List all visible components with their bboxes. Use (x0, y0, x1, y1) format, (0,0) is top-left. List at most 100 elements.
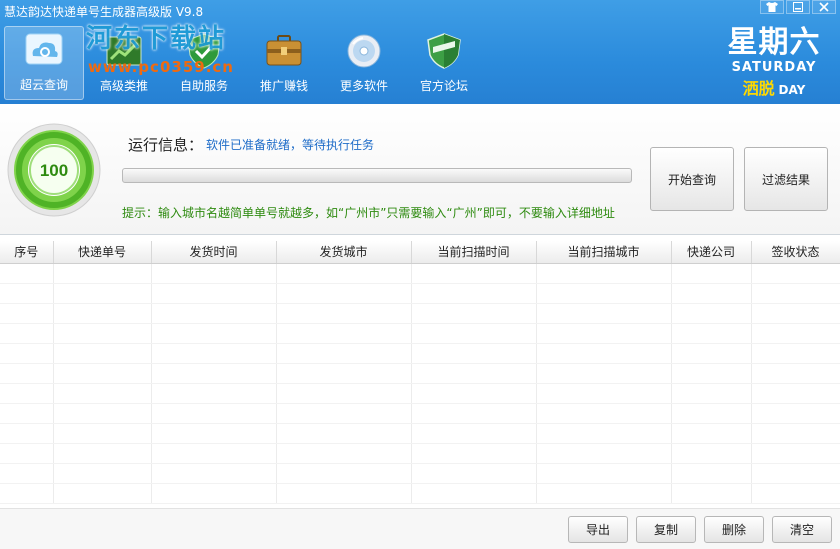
table-cell (0, 443, 54, 464)
tool-promote-earn[interactable]: 推广赚钱 (244, 26, 324, 100)
table-cell (751, 483, 840, 504)
table-cell (671, 443, 752, 464)
tool-more-software[interactable]: 更多软件 (324, 26, 404, 100)
table-row[interactable] (0, 463, 840, 484)
table-row[interactable] (0, 303, 840, 324)
table-cell (0, 403, 54, 424)
table-cell (751, 403, 840, 424)
column-header-index[interactable]: 序号 (0, 241, 54, 264)
clear-button[interactable]: 清空 (772, 516, 832, 543)
weekday-english: SATURDAY (731, 60, 817, 75)
table-cell (0, 283, 54, 304)
tool-label: 高级类推 (99, 79, 148, 93)
table-header-row: 序号 快递单号 发货时间 发货城市 当前扫描时间 当前扫描城市 快递公司 签收状… (0, 241, 840, 264)
tip-text: 提示：输入城市名越简单单号就越多，如“广州市”只需要输入“广州”即可，不要输入详… (122, 206, 615, 220)
header-banner: 慧达韵达快递单号生成器高级版 V9.8 超云查询 高级类推 自助服务 推广赚钱 … (0, 0, 840, 104)
table-cell (536, 423, 672, 444)
table-cell (0, 423, 54, 444)
filter-results-button[interactable]: 过滤结果 (744, 147, 828, 211)
table-cell (671, 463, 752, 484)
table-cell (276, 323, 412, 344)
table-row[interactable] (0, 323, 840, 344)
tool-cloud-query[interactable]: 超云查询 (4, 26, 84, 100)
table-cell (151, 363, 277, 384)
table-cell (536, 403, 672, 424)
column-header-sign-status[interactable]: 签收状态 (751, 241, 840, 264)
table-cell (151, 263, 277, 284)
column-header-tracking-number[interactable]: 快递单号 (53, 241, 152, 264)
table-cell (151, 443, 277, 464)
delete-button[interactable]: 删除 (704, 516, 764, 543)
table-row[interactable] (0, 483, 840, 504)
score-gauge: 100 (7, 123, 101, 217)
table-cell (536, 463, 672, 484)
tool-label: 自助服务 (179, 79, 228, 93)
table-row[interactable] (0, 363, 840, 384)
window-controls (760, 0, 836, 14)
table-cell (276, 283, 412, 304)
export-button[interactable]: 导出 (568, 516, 628, 543)
table-cell (671, 303, 752, 324)
table-cell (276, 383, 412, 404)
table-cell (53, 263, 152, 284)
tool-official-forum[interactable]: 官方论坛 (404, 26, 484, 100)
table-cell (671, 283, 752, 304)
results-table[interactable]: 序号 快递单号 发货时间 发货城市 当前扫描时间 当前扫描城市 快递公司 签收状… (0, 241, 840, 508)
main-toolbar: 超云查询 高级类推 自助服务 推广赚钱 更多软件 官方论坛 (4, 26, 484, 100)
table-cell (411, 303, 537, 324)
table-cell (411, 343, 537, 364)
table-cell (411, 383, 537, 404)
table-cell (0, 323, 54, 344)
table-row[interactable] (0, 263, 840, 284)
table-row[interactable] (0, 403, 840, 424)
table-row[interactable] (0, 383, 840, 404)
run-info-text: 软件已准备就绪，等待执行任务 (206, 138, 375, 152)
table-body (0, 263, 840, 504)
tool-label: 超云查询 (19, 78, 68, 92)
column-header-scan-city[interactable]: 当前扫描城市 (536, 241, 672, 264)
forum-shield-icon (427, 33, 461, 69)
table-cell (53, 303, 152, 324)
table-cell (536, 443, 672, 464)
table-row[interactable] (0, 343, 840, 364)
table-cell (53, 323, 152, 344)
shirt-icon[interactable] (760, 0, 784, 14)
progress-bar (122, 168, 632, 183)
table-cell (411, 283, 537, 304)
table-cell (411, 463, 537, 484)
table-row[interactable] (0, 423, 840, 444)
table-cell (276, 463, 412, 484)
start-query-button[interactable]: 开始查询 (650, 147, 734, 211)
table-row[interactable] (0, 283, 840, 304)
column-header-ship-time[interactable]: 发货时间 (151, 241, 277, 264)
column-header-courier[interactable]: 快递公司 (671, 241, 752, 264)
table-cell (276, 423, 412, 444)
minimize-icon[interactable] (786, 0, 810, 14)
status-panel: 100 运行信息： 软件已准备就绪，等待执行任务 提示：输入城市名越简单单号就越… (0, 104, 840, 235)
table-cell (671, 323, 752, 344)
table-cell (0, 363, 54, 384)
column-header-ship-city[interactable]: 发货城市 (276, 241, 412, 264)
table-cell (536, 343, 672, 364)
table-cell (53, 483, 152, 504)
table-cell (411, 423, 537, 444)
weekday-day: DAY (778, 83, 806, 97)
column-header-scan-time[interactable]: 当前扫描时间 (411, 241, 537, 264)
close-icon[interactable] (812, 0, 836, 14)
weekday-mood: 洒脱 (742, 79, 775, 98)
table-row[interactable] (0, 443, 840, 464)
tool-label: 推广赚钱 (259, 79, 308, 93)
copy-button[interactable]: 复制 (636, 516, 696, 543)
table-cell (0, 463, 54, 484)
table-cell (53, 383, 152, 404)
table-cell (151, 483, 277, 504)
table-cell (151, 423, 277, 444)
table-cell (751, 443, 840, 464)
table-cell (0, 383, 54, 404)
table-cell (0, 483, 54, 504)
table-cell (536, 363, 672, 384)
table-cell (151, 283, 277, 304)
table-cell (0, 303, 54, 324)
table-cell (751, 383, 840, 404)
run-info-label: 运行信息： (128, 136, 204, 154)
